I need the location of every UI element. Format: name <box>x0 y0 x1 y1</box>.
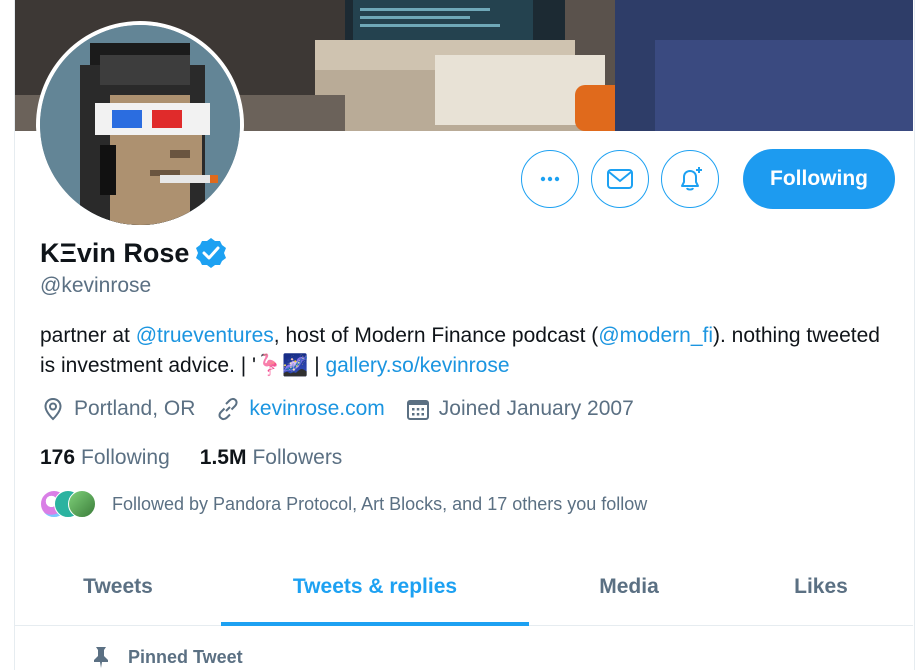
tab-tweets[interactable]: Tweets <box>15 548 221 625</box>
pinned-tweet-label: Pinned Tweet <box>128 646 243 667</box>
profile-handle: @kevinrose <box>40 274 152 297</box>
bio-text: partner at <box>40 324 136 347</box>
link-icon <box>218 397 238 421</box>
location-pin-icon <box>44 397 62 421</box>
profile-name-row: KΞvin Rose <box>40 236 228 270</box>
followers-label: Followers <box>252 446 343 469</box>
followed-by[interactable]: Followed by Pandora Protocol, Art Blocks… <box>40 490 647 518</box>
bio-text: , host of Modern Finance podcast ( <box>273 324 599 347</box>
tab-likes[interactable]: Likes <box>729 548 913 625</box>
location: Portland, OR <box>40 396 195 422</box>
avatar-pixel-art <box>40 25 240 225</box>
more-button[interactable] <box>521 150 579 208</box>
bio-link-gallery[interactable]: gallery.so/kevinrose <box>326 354 510 377</box>
milky-way-emoji: 🌌 <box>282 354 309 377</box>
following-count-link[interactable]: 176 Following <box>40 446 170 470</box>
flamingo-emoji: 🦩 <box>256 354 283 377</box>
envelope-icon <box>607 169 633 189</box>
profile-avatar[interactable] <box>36 21 244 229</box>
message-button[interactable] <box>591 150 649 208</box>
following-count: 176 <box>40 446 76 469</box>
website: kevinrose.com <box>215 396 385 422</box>
followed-by-text: Followed by Pandora Protocol, Art Blocks… <box>112 493 648 514</box>
more-dots-icon <box>540 176 560 182</box>
website-link[interactable]: kevinrose.com <box>249 397 384 421</box>
followers-count-link[interactable]: 1.5M Followers <box>200 446 343 470</box>
profile-meta: Portland, OR kevinrose.com Joined Januar… <box>40 396 654 422</box>
follower-avatar <box>68 490 96 518</box>
bell-plus-icon <box>681 167 702 191</box>
notifications-button[interactable] <box>661 150 719 208</box>
bio-link-trueventures[interactable]: @trueventures <box>136 324 274 347</box>
calendar-icon <box>406 400 429 420</box>
join-date-text: Joined January 2007 <box>438 397 634 420</box>
join-date: Joined January 2007 <box>405 396 634 422</box>
followers-count: 1.5M <box>199 446 247 469</box>
tab-media[interactable]: Media <box>529 548 729 625</box>
profile-stats: 176 Following 1.5M Followers <box>40 446 372 470</box>
follower-avatars <box>40 490 96 518</box>
bio-text: | <box>308 354 326 377</box>
pinned-tweet-header: Pinned Tweet <box>90 645 243 669</box>
tab-tweets-and-replies[interactable]: Tweets & replies <box>221 548 529 626</box>
pin-icon <box>94 647 108 668</box>
profile-actions: Following <box>521 149 895 209</box>
verified-badge-icon <box>196 238 227 268</box>
profile-tabs: Tweets Tweets & replies Media Likes <box>15 548 913 626</box>
following-label: Following <box>81 446 170 469</box>
display-name: KΞvin Rose <box>40 237 190 268</box>
location-text: Portland, OR <box>74 397 196 420</box>
bio-link-modern-fi[interactable]: @modern_fi <box>598 324 713 347</box>
following-button[interactable]: Following <box>743 149 895 209</box>
profile-bio: partner at @trueventures, host of Modern… <box>40 321 880 381</box>
